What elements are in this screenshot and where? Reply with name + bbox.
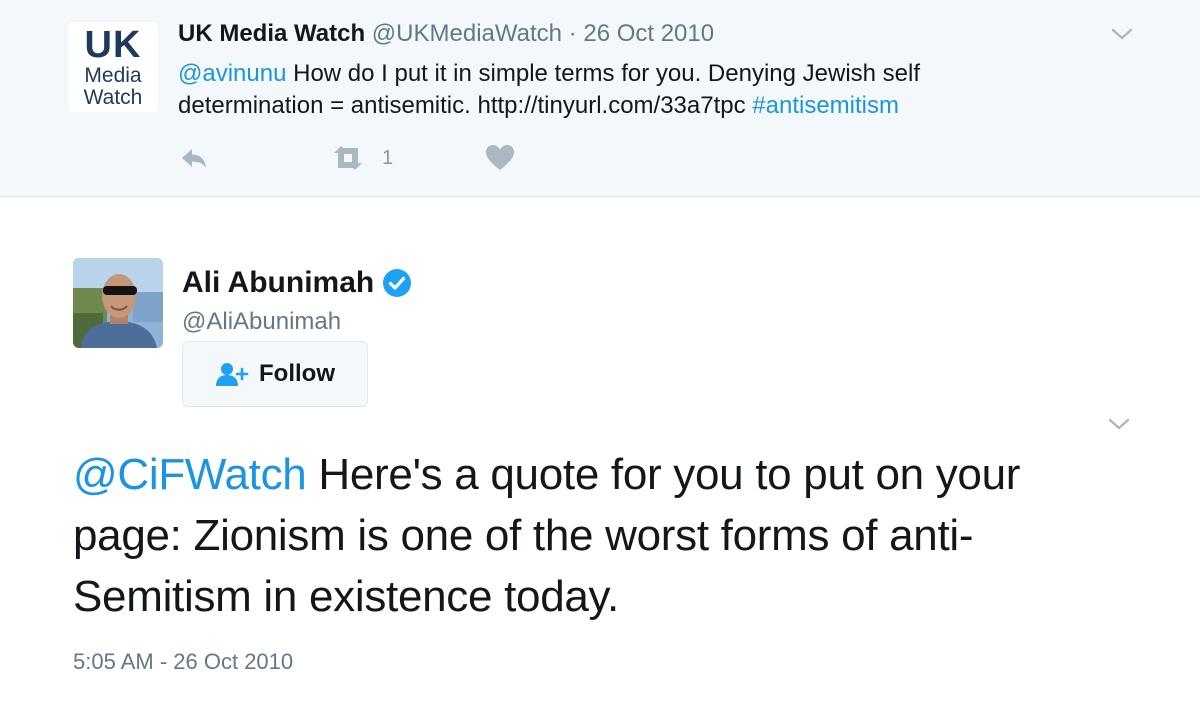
hashtag-link[interactable]: #antisemitism bbox=[752, 92, 899, 119]
uk-media-watch-avatar[interactable]: UK Media Watch bbox=[68, 22, 158, 112]
avatar-logo-line1: UK bbox=[84, 24, 142, 66]
tweet-timestamp[interactable]: 5:05 AM - 26 Oct 2010 bbox=[73, 649, 293, 675]
chevron-down-icon[interactable] bbox=[1110, 22, 1134, 46]
author-handle[interactable]: @AliAbunimah bbox=[182, 308, 341, 336]
parent-tweet[interactable]: UK Media Watch UK Media Watch @UKMediaWa… bbox=[0, 0, 1200, 197]
author-name[interactable]: Ali Abunimah bbox=[182, 266, 412, 300]
retweet-button[interactable]: 1 bbox=[330, 142, 393, 174]
heart-icon[interactable] bbox=[484, 142, 516, 174]
avatar-logo-line2: Media bbox=[84, 64, 142, 87]
parent-tweet-date[interactable]: 26 Oct 2010 bbox=[583, 20, 714, 47]
retweet-icon bbox=[330, 142, 366, 174]
reply-icon[interactable] bbox=[178, 142, 210, 174]
chevron-down-icon[interactable] bbox=[1107, 412, 1131, 436]
parent-tweet-text: @avinunu How do I put it in simple terms… bbox=[178, 58, 1058, 122]
follow-label: Follow bbox=[259, 360, 335, 387]
parent-author-handle[interactable]: @UKMediaWatch bbox=[372, 20, 562, 47]
parent-tweet-header: UK Media Watch @UKMediaWatch · 26 Oct 20… bbox=[178, 20, 714, 48]
header-separator: · bbox=[568, 20, 577, 47]
add-user-icon bbox=[215, 361, 249, 387]
author-name-text: Ali Abunimah bbox=[182, 266, 375, 299]
tweet-text: @CiFWatch Here's a quote for you to put … bbox=[73, 444, 1133, 627]
mention-link[interactable]: @avinunu bbox=[178, 60, 286, 87]
ali-abunimah-avatar[interactable] bbox=[73, 258, 163, 348]
parent-author-name[interactable]: UK Media Watch bbox=[178, 20, 365, 47]
retweet-count: 1 bbox=[382, 146, 394, 169]
verified-badge-icon bbox=[382, 268, 412, 298]
mention-link[interactable]: @CiFWatch bbox=[73, 450, 307, 499]
avatar-logo-line3: Watch bbox=[83, 86, 143, 109]
follow-button[interactable]: Follow bbox=[182, 341, 368, 407]
